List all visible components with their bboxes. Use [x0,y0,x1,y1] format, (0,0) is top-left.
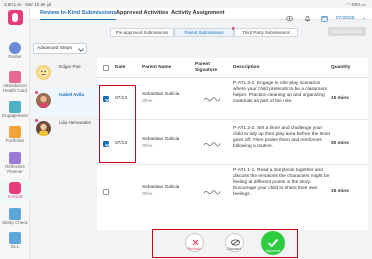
status-time: 3:50 p.m. [4,1,23,7]
planner-icon [9,152,21,164]
row-quantity: 15 mins [331,189,349,194]
bell-icon[interactable] [304,15,311,22]
approve-label: Approve [265,248,281,253]
dropdown-value: Advanced Steps [37,46,72,51]
parent-name: Sebastian Galicia [142,185,180,190]
sidebar: Roster Attendance/ Health Card Engagemen… [0,8,30,259]
review-label: Review [187,246,201,251]
app-root: 3:50 p.m. Mar 15 de jul ◠ 63% ▭ Roster A… [0,0,372,259]
child-item-edgar[interactable]: Edgar Poe [33,60,97,88]
signature-icon [203,142,221,147]
row-parent: Sebastian Galicia Other [142,92,179,105]
action-bar: Review Discard Approve [0,229,372,259]
parent-name: Sebastian Galicia [142,137,180,142]
discard-label: Discard [227,246,241,251]
column-header-date: Date [115,65,126,70]
heart-icon [9,182,21,194]
child-name: Lilia Hernandez [59,120,91,125]
sidebar-item-in-kind[interactable]: In-Kind [0,180,30,202]
subtab-label: Parent Submissions [184,29,224,35]
table-header: Date Parent Name Parent Signature Descri… [97,58,368,78]
row-parent: Sebastian Galicia Other [142,137,179,150]
parent-relation: Other [142,191,153,197]
sidebar-item-sleep-check[interactable]: Sleep Check [0,208,30,226]
sidebar-item-attendance[interactable]: Attendance/ Health Card [0,71,30,94]
child-name: Isabel Avila [59,92,84,97]
sidebar-item-roster[interactable]: Roster [0,42,30,60]
column-header-description: Description [233,65,260,70]
submissions-table: Date Parent Name Parent Signature Descri… [97,58,368,230]
avatar [36,121,51,136]
avatar [36,93,51,108]
sidebar-item-engagement[interactable]: Engagement [0,101,30,119]
signature-icon [203,190,221,195]
sidebar-item-label: Engagement [2,113,28,118]
parent-name: Sebastian Galicia [142,92,180,97]
avatar [36,65,51,80]
table-row[interactable]: Sebastian Galicia Other P-ATL 1-1. Read a… [97,165,368,217]
row-checkbox[interactable] [103,189,109,195]
select-all-checkbox[interactable] [103,65,109,71]
subtab-parent-submissions[interactable]: Parent Submissions [174,27,235,37]
battery-level: 63% [351,1,361,7]
visibility-icon[interactable] [286,15,294,22]
header-icons: 07/20/25 ⌄ [280,10,366,22]
roster-icon [9,42,21,54]
approve-button[interactable]: Approve [259,231,287,255]
level-dropdown[interactable]: Advanced Steps [33,43,87,54]
child-photo-icon [39,95,48,108]
app-logo-icon [8,10,23,25]
table-row[interactable]: 07/13 Sebastian Galicia Other P-ATL 3-2. … [97,78,368,120]
child-name: Edgar Poe [59,64,81,69]
chevron-down-icon [78,46,84,52]
row-description: P-ATL 1-1. Read a storybook together and… [233,168,330,197]
parent-relation: Other [142,98,153,104]
calendar-icon[interactable] [321,15,328,22]
signature-icon [203,97,221,102]
row-quantity: 30 mins [331,141,349,146]
status-bar: 3:50 p.m. Mar 15 de jul ◠ 63% ▭ [0,0,372,8]
column-header-quantity: Quantity [331,65,351,70]
discard-button[interactable]: Discard [221,233,247,252]
child-item-lilia[interactable]: Lilia Hernandez [33,116,97,144]
row-quantity: 15 mins [331,96,349,101]
status-date: Mar 15 de jul [25,1,52,7]
sidebar-item-label: Sleep Check [2,220,28,225]
wifi-icon: ◠ [346,1,351,7]
column-header-signature: Parent Signature [195,62,218,73]
tab-activity-assignment[interactable]: Activity Assignment [171,8,225,20]
subtab-pre-approved[interactable]: Pre-approved Submissions [110,27,174,37]
table-row[interactable]: 07/13 Sebastian Galicia Other P-ATL 2-2. … [97,120,368,165]
tab-approved-activities[interactable]: Approved Activities [116,8,168,20]
sidebar-item-label: Portfolios [5,138,25,143]
row-description: P-ATL 3-2. Engage in role-play scenarios… [233,81,328,104]
sidebar-item-label: Reflective Planner [5,164,25,174]
row-description: P-ATL 2-2. Set a timer and challenge you… [233,126,331,149]
row-parent: Sebastian Galicia Other [142,185,179,198]
sidebar-item-label: Roster [8,54,22,59]
column-header-parent: Parent Name [142,65,172,70]
attendance-icon [9,71,21,83]
child-item-isabel[interactable]: Isabel Avila [33,88,97,116]
child-photo-icon [39,123,48,136]
parent-relation: Other [142,143,153,149]
review-button[interactable]: Review [181,233,207,252]
portfolio-icon [9,126,21,138]
sleep-icon [9,208,21,220]
sign-and-submit-button[interactable]: Sign and Submit [328,27,366,36]
chevron-down-icon[interactable]: ⌄ [362,16,366,21]
subtab-third-party[interactable]: Third Party Submissions [234,27,298,37]
sidebar-item-reflective-planner[interactable]: Reflective Planner [0,152,30,175]
battery-icon: ▭ [361,1,366,7]
highlight-checked-rows [99,85,136,163]
sidebar-item-label: In-Kind [7,194,23,199]
date-selector[interactable]: 07/20/25 [336,16,355,21]
top-header: Review In-Kind Submissions Approved Acti… [30,8,372,22]
child-face-icon [38,67,49,78]
sidebar-item-label: Attendance/ Health Card [2,83,28,93]
tab-review-in-kind[interactable]: Review In-Kind Submissions [40,8,117,20]
sidebar-item-portfolios[interactable]: Portfolios [0,126,30,144]
engagement-icon [9,101,21,113]
